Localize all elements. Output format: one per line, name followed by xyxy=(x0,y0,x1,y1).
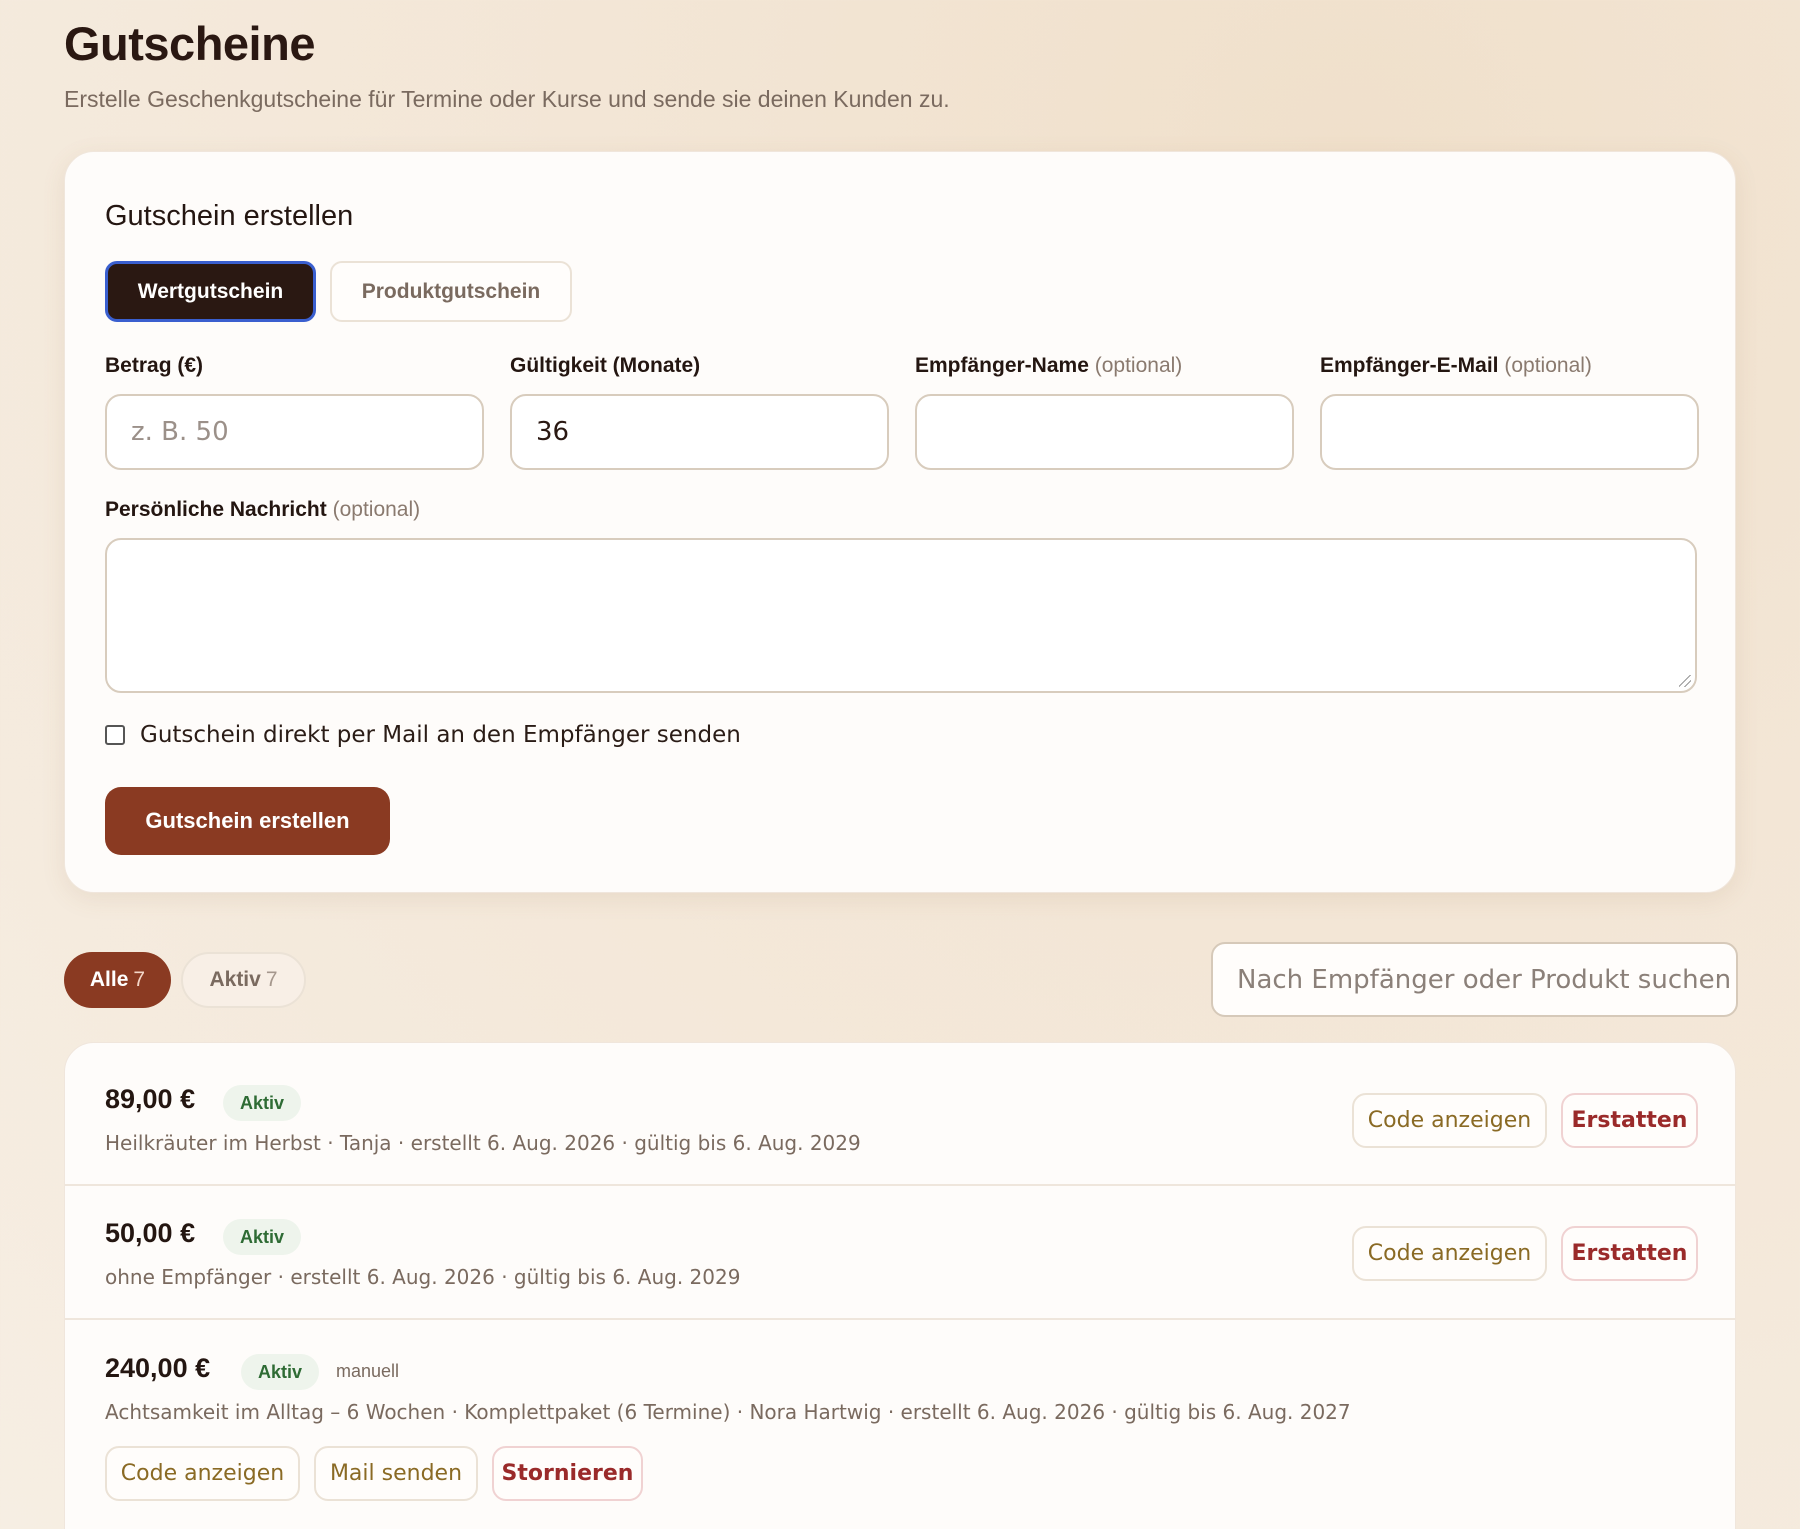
recipient-email-input[interactable] xyxy=(1320,394,1699,470)
send-mail-button[interactable]: Mail senden xyxy=(314,1446,478,1501)
amount-input[interactable]: z. B. 50 xyxy=(105,394,484,470)
create-voucher-button[interactable]: Gutschein erstellen xyxy=(105,787,390,855)
voucher-type-value-button[interactable]: Wertgutschein xyxy=(105,261,316,322)
filter-all[interactable]: Alle 7 xyxy=(64,952,171,1008)
recipient-name-input[interactable] xyxy=(915,394,1294,470)
voucher-amount: 50,00 € xyxy=(105,1218,196,1248)
voucher-tag: manuell xyxy=(336,1361,400,1381)
voucher-row: 240,00 € Aktiv manuell Achtsamkeit im Al… xyxy=(65,1320,1735,1529)
page-subtitle: Erstelle Geschenkgutscheine für Termine … xyxy=(64,86,950,112)
voucher-row: 89,00 € Aktiv Heilkräuter im Herbst · Ta… xyxy=(65,1043,1735,1186)
recipient-name-label: Empfänger-Name (optional) xyxy=(915,354,1183,377)
voucher-meta: Achtsamkeit im Alltag – 6 Wochen · Kompl… xyxy=(105,1400,1351,1424)
validity-value: 36 xyxy=(536,417,570,447)
filter-active-count: 7 xyxy=(265,968,278,991)
amount-placeholder: z. B. 50 xyxy=(131,417,229,447)
filter-all-count: 7 xyxy=(133,968,146,991)
filter-all-label: Alle xyxy=(89,968,129,991)
message-label: Persönliche Nachricht (optional) xyxy=(105,498,421,521)
cancel-voucher-button[interactable]: Stornieren xyxy=(492,1446,643,1501)
message-textarea[interactable] xyxy=(105,538,1697,693)
create-voucher-title: Gutschein erstellen xyxy=(105,200,354,232)
refund-button[interactable]: Erstatten xyxy=(1561,1093,1698,1148)
show-code-button[interactable]: Code anzeigen xyxy=(1352,1093,1547,1148)
voucher-row: 50,00 € Aktiv ohne Empfänger · erstellt … xyxy=(65,1186,1735,1320)
filter-active[interactable]: Aktiv 7 xyxy=(181,952,306,1008)
filter-active-label: Aktiv xyxy=(209,968,261,991)
amount-label: Betrag (€) xyxy=(105,354,204,377)
voucher-amount: 89,00 € xyxy=(105,1084,196,1114)
status-badge: Aktiv xyxy=(241,1354,320,1390)
voucher-list: 89,00 € Aktiv Heilkräuter im Herbst · Ta… xyxy=(64,1042,1736,1529)
page-title: Gutscheine xyxy=(64,17,315,70)
validity-input[interactable]: 36 xyxy=(510,394,889,470)
create-voucher-card: Gutschein erstellen Wertgutschein Produk… xyxy=(64,151,1736,893)
status-badge: Aktiv xyxy=(223,1219,302,1255)
send-mail-option[interactable]: Gutschein direkt per Mail an den Empfäng… xyxy=(105,722,741,748)
send-mail-checkbox[interactable] xyxy=(105,725,125,745)
voucher-type-product-button[interactable]: Produktgutschein xyxy=(330,261,572,322)
voucher-amount: 240,00 € xyxy=(105,1353,211,1383)
search-placeholder: Nach Empfänger oder Produkt suchen xyxy=(1237,964,1732,995)
resize-handle-icon[interactable] xyxy=(1679,675,1691,687)
status-badge: Aktiv xyxy=(223,1085,302,1121)
send-mail-label[interactable]: Gutschein direkt per Mail an den Empfäng… xyxy=(140,722,741,748)
search-input[interactable]: Nach Empfänger oder Produkt suchen xyxy=(1211,942,1738,1017)
show-code-button[interactable]: Code anzeigen xyxy=(105,1446,300,1501)
refund-button[interactable]: Erstatten xyxy=(1561,1226,1698,1281)
voucher-meta: Heilkräuter im Herbst · Tanja · erstellt… xyxy=(105,1131,861,1155)
validity-label: Gültigkeit (Monate) xyxy=(510,354,701,377)
show-code-button[interactable]: Code anzeigen xyxy=(1352,1226,1547,1281)
voucher-meta: ohne Empfänger · erstellt 6. Aug. 2026 ·… xyxy=(105,1265,741,1289)
recipient-email-label: Empfänger-E-Mail (optional) xyxy=(1320,354,1592,377)
